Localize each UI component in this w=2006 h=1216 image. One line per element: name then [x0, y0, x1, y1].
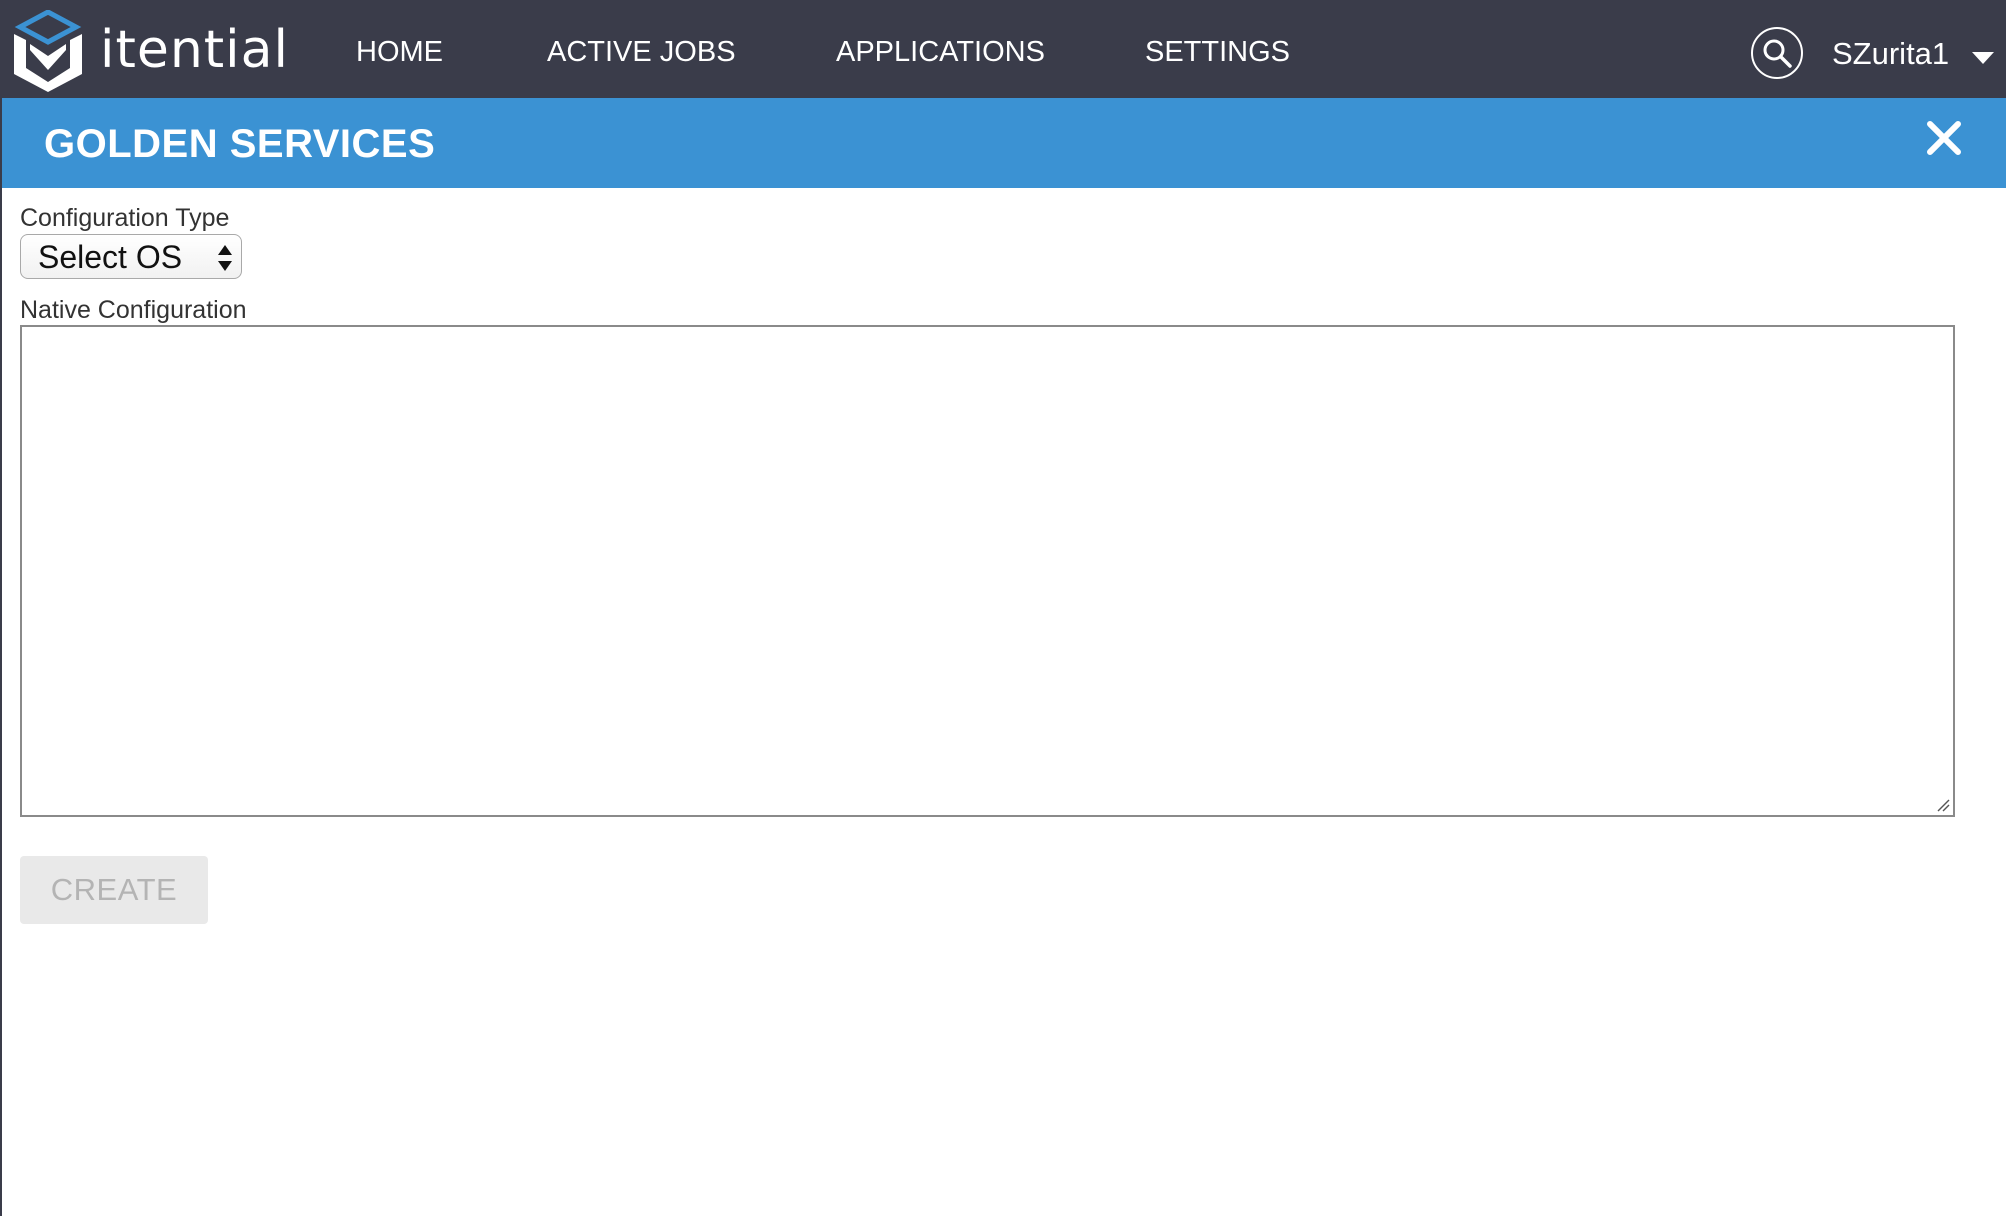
chevron-down-icon — [1972, 52, 1994, 64]
native-configuration-textarea[interactable] — [20, 325, 1955, 817]
page-title: GOLDEN SERVICES — [44, 122, 436, 166]
configuration-type-select[interactable]: Select OS — [20, 234, 242, 279]
configuration-type-label: Configuration Type — [20, 204, 230, 232]
configuration-type-selected-value: Select OS — [38, 239, 183, 275]
select-stepper-arrows-icon — [218, 245, 232, 271]
nav-item-applications[interactable]: APPLICATIONS — [836, 34, 1045, 70]
nav-item-home[interactable]: HOME — [356, 34, 443, 70]
app-window: itential HOME ACTIVE JOBS APPLICATIONS S… — [0, 0, 2006, 1216]
search-icon — [1763, 39, 1792, 68]
user-name: SZurita1 — [1832, 36, 1950, 71]
itential-logo-icon[interactable] — [10, 10, 86, 92]
create-button[interactable]: CREATE — [20, 856, 208, 924]
resize-grip-icon[interactable] — [1936, 798, 1950, 812]
top-navigation-bar: itential HOME ACTIVE JOBS APPLICATIONS S… — [2, 0, 2006, 98]
brand-name: itential — [100, 20, 289, 80]
close-icon[interactable] — [1922, 116, 1966, 160]
native-configuration-label: Native Configuration — [20, 296, 247, 324]
user-menu[interactable]: SZurita1 — [1832, 34, 1994, 74]
search-button[interactable] — [1751, 27, 1803, 79]
panel-title-bar: GOLDEN SERVICES — [2, 98, 2006, 188]
nav-item-settings[interactable]: SETTINGS — [1145, 34, 1290, 70]
nav-item-active-jobs[interactable]: ACTIVE JOBS — [547, 34, 736, 70]
